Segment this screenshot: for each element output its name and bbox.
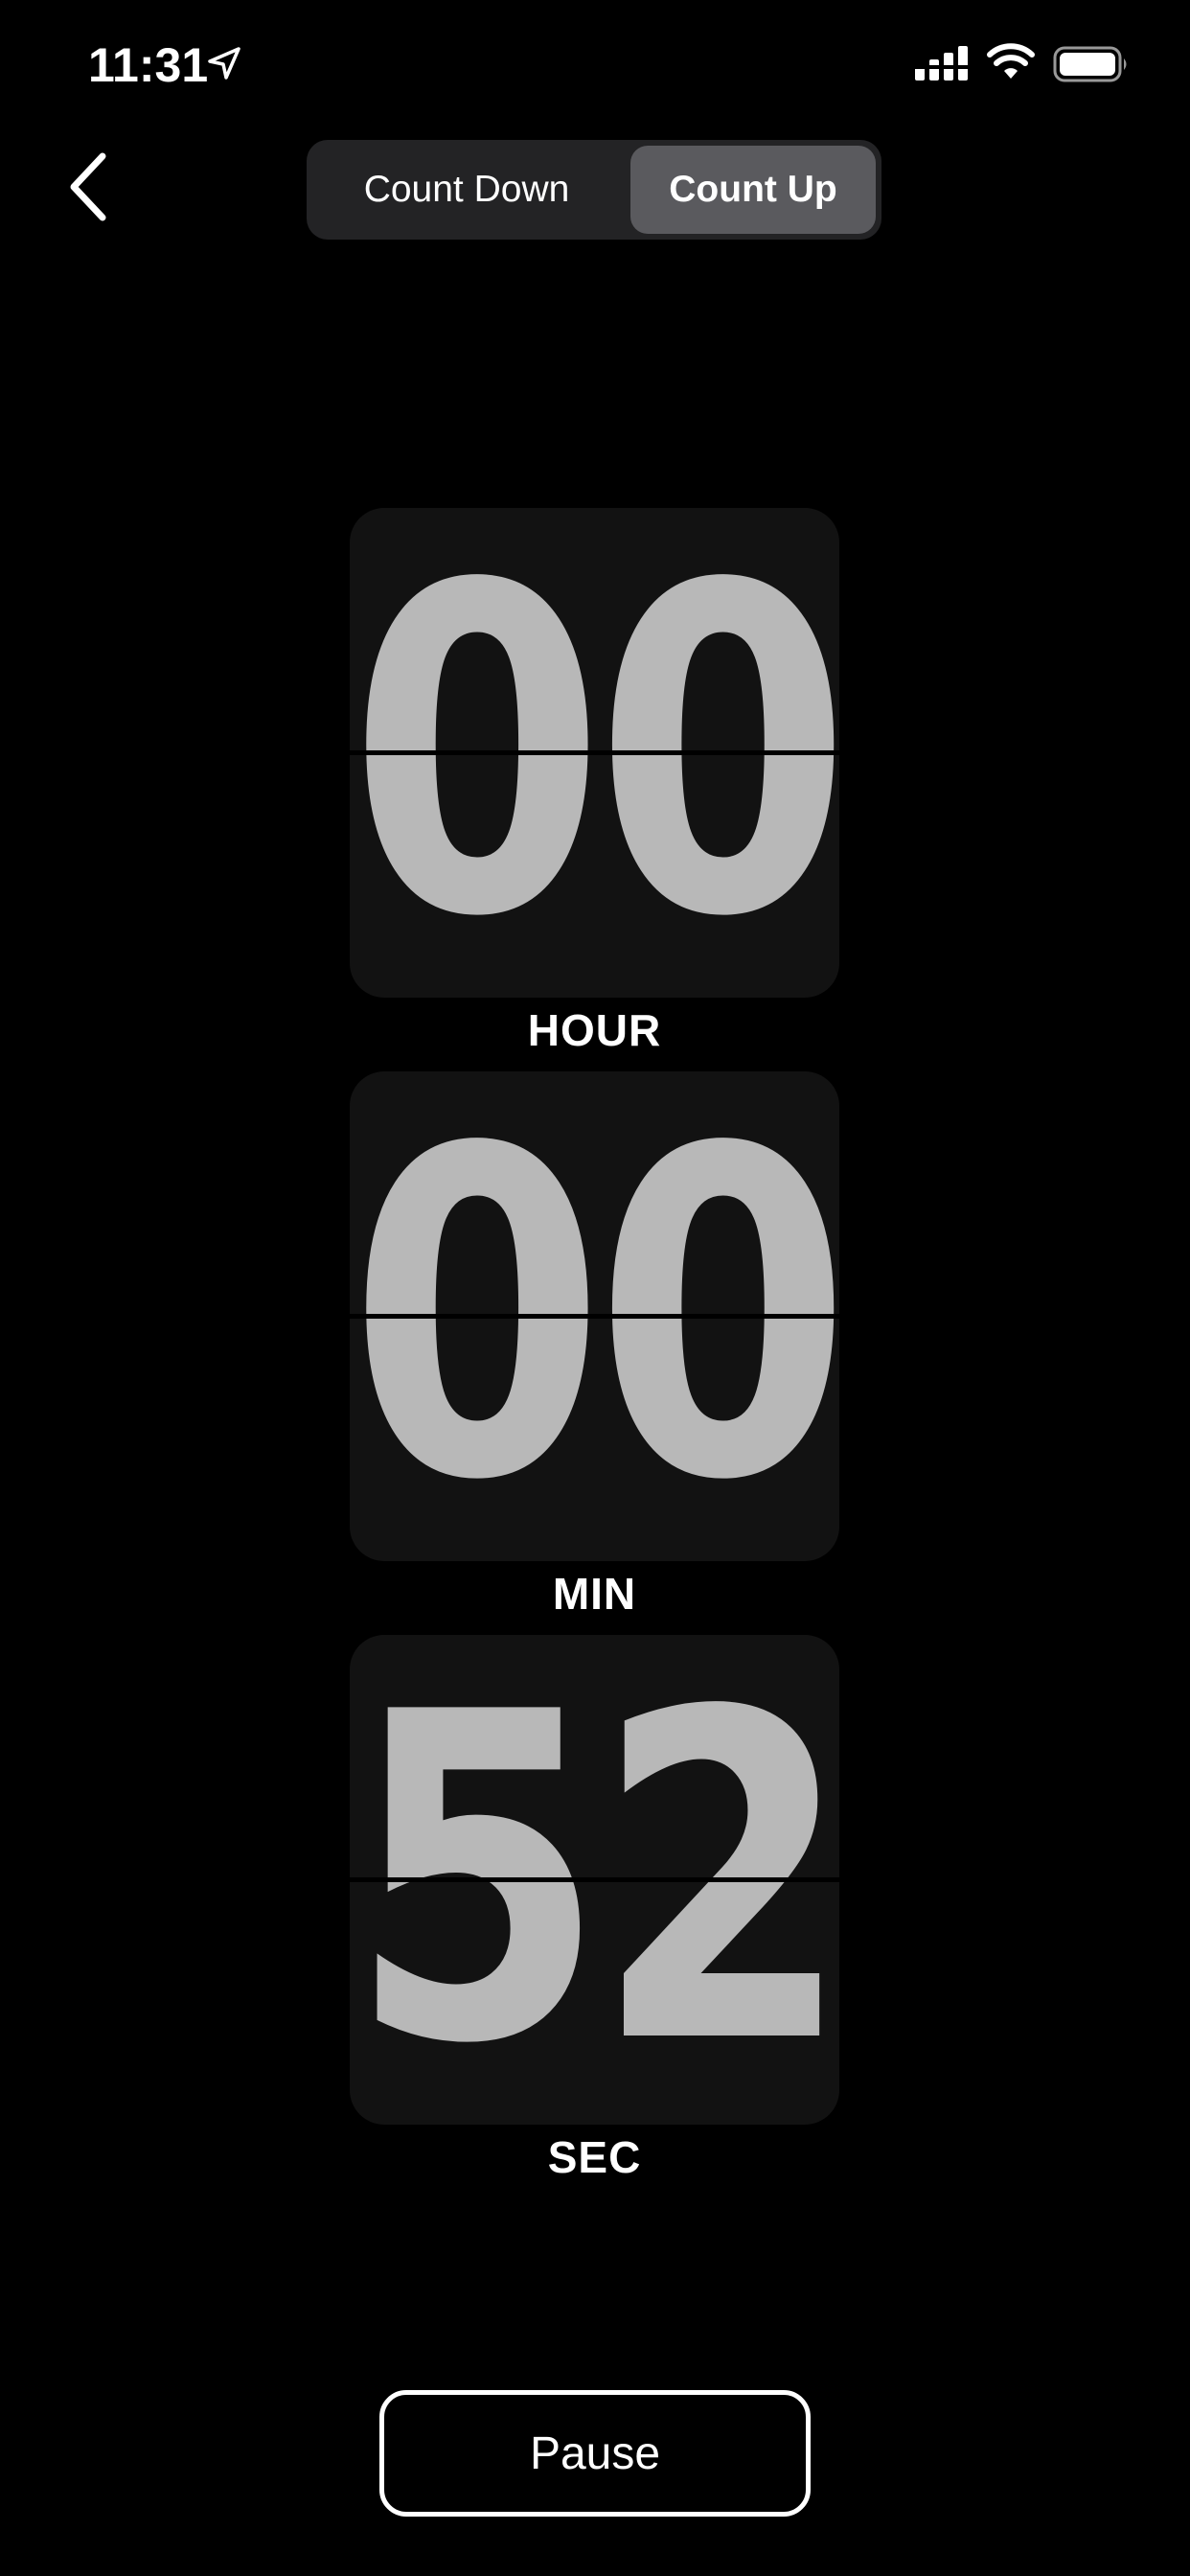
seconds-flip-card: 52 [350,1635,839,2125]
flip-divider [350,1314,839,1319]
count-up-segment[interactable]: Count Up [630,146,876,234]
hours-label: HOUR [527,1005,662,1055]
mode-segmented-control: Count Down Count Up [307,140,881,240]
flip-divider [350,750,839,755]
cellular-signal-icon [915,46,968,80]
hours-flip-card: 00 [350,508,839,998]
wifi-icon [987,43,1035,79]
back-button[interactable] [50,144,126,230]
seconds-label: SEC [547,2132,642,2182]
battery-icon [1053,46,1127,82]
status-time: 11:31 [88,38,209,92]
pause-button[interactable]: Pause [379,2390,811,2517]
chevron-left-icon [70,152,106,221]
minutes-label: MIN [552,1569,637,1619]
flip-divider [350,1877,839,1882]
count-down-segment[interactable]: Count Down [312,146,621,234]
minutes-flip-card: 00 [350,1071,839,1561]
location-arrow-icon [208,47,240,80]
